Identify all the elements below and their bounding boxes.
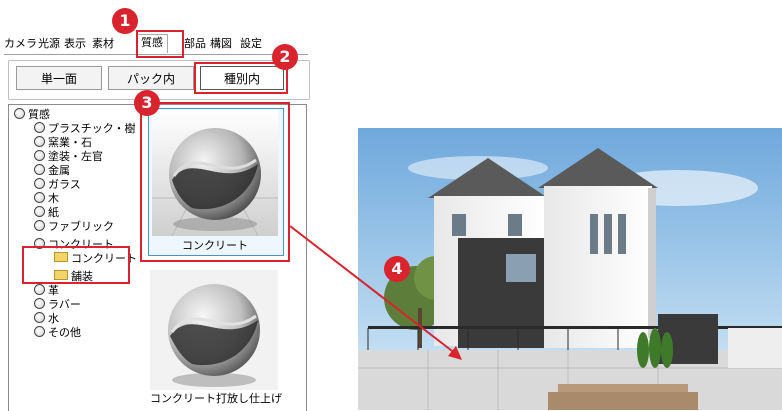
tree-item[interactable]: 塗装・左官 <box>34 150 103 164</box>
radio-icon <box>34 284 45 295</box>
tree-item[interactable]: 革 <box>34 284 59 298</box>
tree-root[interactable]: 質感 <box>14 108 50 122</box>
tree-item[interactable]: ファブリック <box>34 220 114 234</box>
highlight-texture-tab <box>136 30 184 58</box>
radio-icon <box>34 136 45 147</box>
callout-3: 3 <box>134 90 160 116</box>
radio-icon <box>34 312 45 323</box>
radio-icon <box>34 122 45 133</box>
highlight-category-button <box>194 62 288 94</box>
radio-icon <box>34 206 45 217</box>
tree-item[interactable]: ラバー <box>34 298 81 312</box>
tab-parts[interactable]: 部品 <box>184 36 206 52</box>
callout-1: 1 <box>112 8 138 34</box>
tree-item[interactable]: プラスチック・樹脂 <box>34 122 147 136</box>
single-face-button[interactable]: 単一面 <box>16 66 102 90</box>
highlight-concrete-tree <box>22 246 130 284</box>
tab-camera[interactable]: カメラ <box>4 36 37 52</box>
tree-item[interactable]: 水 <box>34 312 59 326</box>
tree-item[interactable]: 金属 <box>34 164 70 178</box>
radio-icon <box>34 150 45 161</box>
radio-icon <box>34 178 45 189</box>
material-label: コンクリート打放し仕上げ <box>150 392 282 405</box>
tab-composition[interactable]: 構図 <box>210 36 232 52</box>
tree-item[interactable]: 窯業・石 <box>34 136 92 150</box>
tree-item[interactable]: その他 <box>34 326 81 340</box>
tab-light[interactable]: 光源 <box>38 36 60 52</box>
tab-settings[interactable]: 設定 <box>240 36 262 52</box>
radio-icon <box>34 220 45 231</box>
radio-icon <box>34 298 45 309</box>
tree-item[interactable]: 紙 <box>34 206 59 220</box>
callout-2: 2 <box>272 44 298 70</box>
tab-material[interactable]: 素材 <box>92 36 114 52</box>
render-preview <box>358 128 782 410</box>
radio-icon <box>14 108 25 119</box>
concrete-fairfaced-sphere-thumbnail[interactable] <box>150 270 278 390</box>
pack-scope-button[interactable]: パック内 <box>108 66 194 90</box>
radio-icon <box>34 164 45 175</box>
radio-icon <box>34 326 45 337</box>
tree-item[interactable]: ガラス <box>34 178 81 192</box>
tab-display[interactable]: 表示 <box>64 36 86 52</box>
tree-item[interactable]: 木 <box>34 192 59 206</box>
callout-4: 4 <box>384 256 410 282</box>
highlight-material-item <box>140 102 290 262</box>
radio-icon <box>34 192 45 203</box>
